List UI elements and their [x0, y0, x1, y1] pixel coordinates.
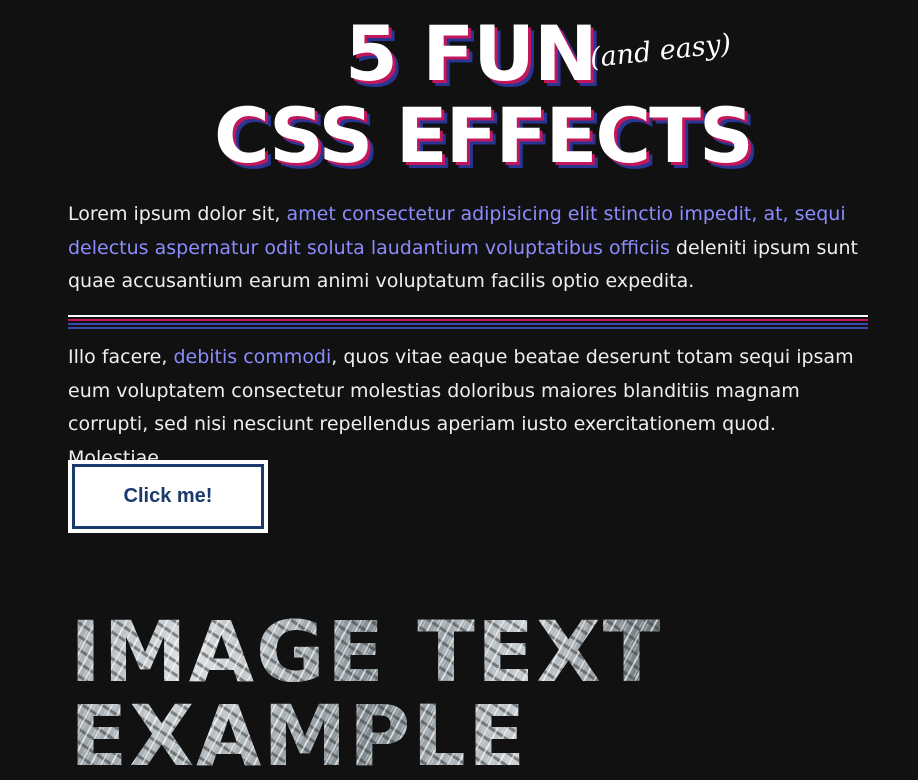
title-aside: (and easy)	[588, 28, 733, 75]
click-me-button-label: Click me!	[72, 464, 264, 529]
title-line-1: 5 FUN	[345, 9, 598, 98]
page-title: 5 FUN (and easy) CSS EFFECTS	[0, 0, 918, 190]
image-text-line-2: EXAMPLE	[70, 687, 528, 780]
title-line-2: CSS EFFECTS	[214, 91, 754, 180]
page: 5 FUN (and easy) CSS EFFECTS Lorem ipsum…	[0, 0, 918, 780]
paragraph-1-text-before: Lorem ipsum dolor sit,	[68, 203, 287, 225]
divider-line-pink	[68, 319, 868, 321]
paragraph-1: Lorem ipsum dolor sit, amet consectetur …	[68, 198, 868, 299]
paragraph-2-text-before: Illo facere,	[68, 346, 174, 368]
divider	[68, 315, 868, 330]
divider-line-white	[68, 315, 868, 317]
divider-line-indigo	[68, 327, 868, 329]
divider-line-blue	[68, 323, 868, 325]
click-me-button[interactable]: Click me!	[68, 460, 268, 533]
paragraph-2-highlight: debitis commodi	[173, 346, 332, 368]
paragraph-2: Illo facere, debitis commodi, quos vitae…	[68, 341, 868, 475]
image-text-heading: IMAGE TEXT EXAMPLE	[70, 603, 663, 780]
image-text-line-1: IMAGE TEXT	[70, 603, 663, 701]
